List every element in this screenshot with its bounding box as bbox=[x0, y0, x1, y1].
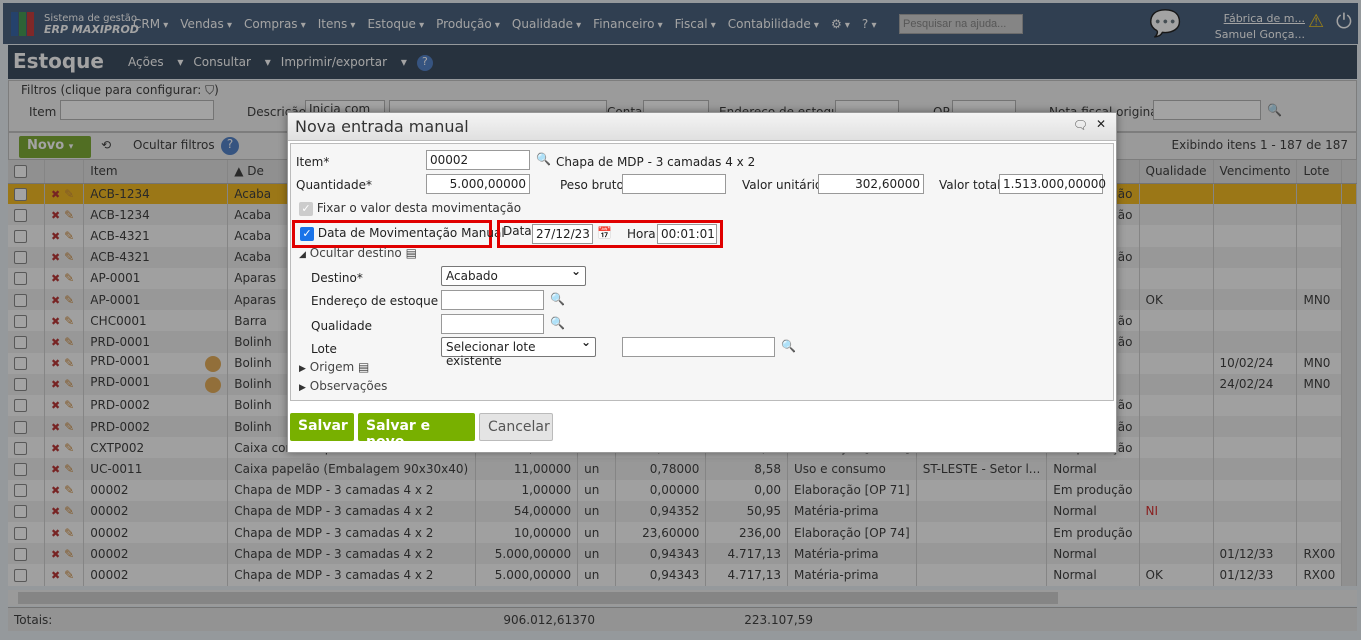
quantidade-input[interactable]: 5.000,00000 bbox=[426, 174, 530, 194]
salvar-e-novo-button[interactable]: Salvar e novo bbox=[358, 413, 475, 450]
data-label: Data bbox=[503, 224, 532, 238]
calendar-icon[interactable]: 📅 bbox=[597, 226, 612, 240]
valor-total-input[interactable]: 1.513.000,00000 bbox=[999, 174, 1106, 194]
search-icon[interactable]: 🔍 bbox=[536, 152, 551, 166]
lote-mode-select[interactable]: Selecionar lote existente bbox=[441, 335, 596, 368]
cancelar-button[interactable]: Cancelar bbox=[479, 413, 553, 441]
dialog-body: Item* 00002 🔍 Chapa de MDP - 3 camadas 4… bbox=[290, 143, 1114, 401]
observacoes-toggle[interactable]: ▶ Observações bbox=[299, 379, 387, 393]
quantidade-label: Quantidade* bbox=[296, 178, 373, 192]
qualidade-label: Qualidade bbox=[311, 319, 373, 333]
comment-icon[interactable]: 🗨 bbox=[1073, 118, 1088, 132]
item-input[interactable]: 00002 bbox=[426, 150, 530, 170]
checkbox-checked: ✓ bbox=[300, 226, 314, 241]
peso-input[interactable] bbox=[622, 174, 726, 194]
destino-label: Destino* bbox=[311, 271, 363, 285]
data-manual-checkbox[interactable]: ✓ Data de Movimentação Manual bbox=[300, 226, 505, 241]
destino-select[interactable]: Acabado bbox=[441, 264, 586, 286]
ocultar-destino-toggle[interactable]: ◢ Ocultar destino ▤ bbox=[299, 246, 417, 260]
lote-input[interactable] bbox=[622, 337, 775, 357]
origem-toggle[interactable]: ▶ Origem ▤ bbox=[299, 360, 369, 374]
item-label: Item* bbox=[296, 155, 330, 169]
salvar-button[interactable]: Salvar bbox=[290, 413, 354, 441]
valor-unitario-label: Valor unitário bbox=[742, 178, 823, 192]
lote-label: Lote bbox=[311, 342, 337, 356]
hora-input[interactable]: 00:01:01 bbox=[657, 224, 717, 244]
data-input[interactable]: 27/12/23 bbox=[532, 224, 593, 244]
dialog-title: Nova entrada manual bbox=[295, 117, 469, 136]
search-icon[interactable]: 🔍 bbox=[781, 339, 796, 353]
nova-entrada-dialog: Nova entrada manual 🗨 ✕ Item* 00002 🔍 Ch… bbox=[287, 112, 1117, 453]
valor-unitario-input[interactable]: 302,60000 bbox=[818, 174, 924, 194]
valor-total-label: Valor total bbox=[939, 178, 1001, 192]
fixar-checkbox[interactable]: ✓ Fixar o valor desta movimentação bbox=[299, 201, 521, 216]
endereco-label: Endereço de estoque bbox=[311, 294, 439, 308]
search-icon[interactable]: 🔍 bbox=[550, 316, 565, 330]
qualidade-input[interactable] bbox=[441, 314, 544, 334]
search-icon[interactable]: 🔍 bbox=[550, 292, 565, 306]
peso-label: Peso bruto bbox=[560, 178, 624, 192]
hora-label: Hora bbox=[627, 227, 656, 241]
close-icon[interactable]: ✕ bbox=[1096, 117, 1106, 131]
item-description: Chapa de MDP - 3 camadas 4 x 2 bbox=[556, 155, 756, 169]
endereco-input[interactable] bbox=[441, 290, 544, 310]
checkbox-disabled: ✓ bbox=[299, 201, 313, 216]
